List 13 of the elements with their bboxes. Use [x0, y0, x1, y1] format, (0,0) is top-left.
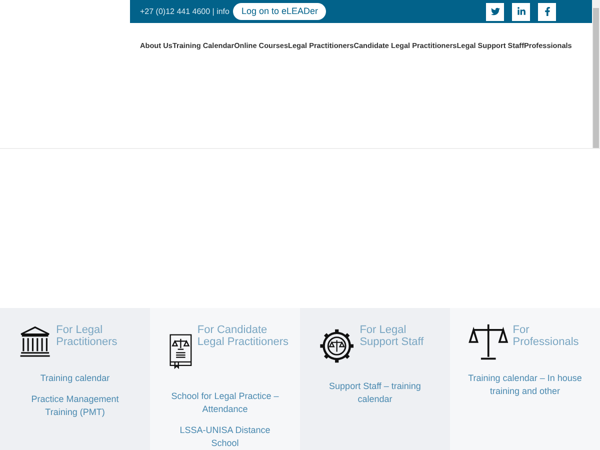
card-link[interactable]: LSSA-UNISA Distance School — [158, 424, 292, 450]
card-title: For Professionals — [512, 324, 580, 348]
card-link[interactable]: Training calendar – In house training and other — [458, 372, 592, 398]
linkedin-icon[interactable] — [512, 2, 530, 20]
card-title: For Legal Support Staff — [360, 324, 425, 348]
card-title: For Candidate Legal Practitioners — [197, 324, 290, 348]
card-title: For Legal Practitioners — [56, 324, 118, 348]
contact-info: +27 (0)12 441 4600 | info — [140, 6, 230, 18]
scrollbar-thumb[interactable] — [593, 8, 599, 148]
login-button[interactable]: Log on to eLEADer — [233, 2, 326, 20]
twitter-icon[interactable] — [486, 2, 504, 20]
card-link[interactable]: School for Legal Practice – Attendance — [158, 390, 292, 416]
facebook-icon[interactable] — [538, 2, 556, 20]
